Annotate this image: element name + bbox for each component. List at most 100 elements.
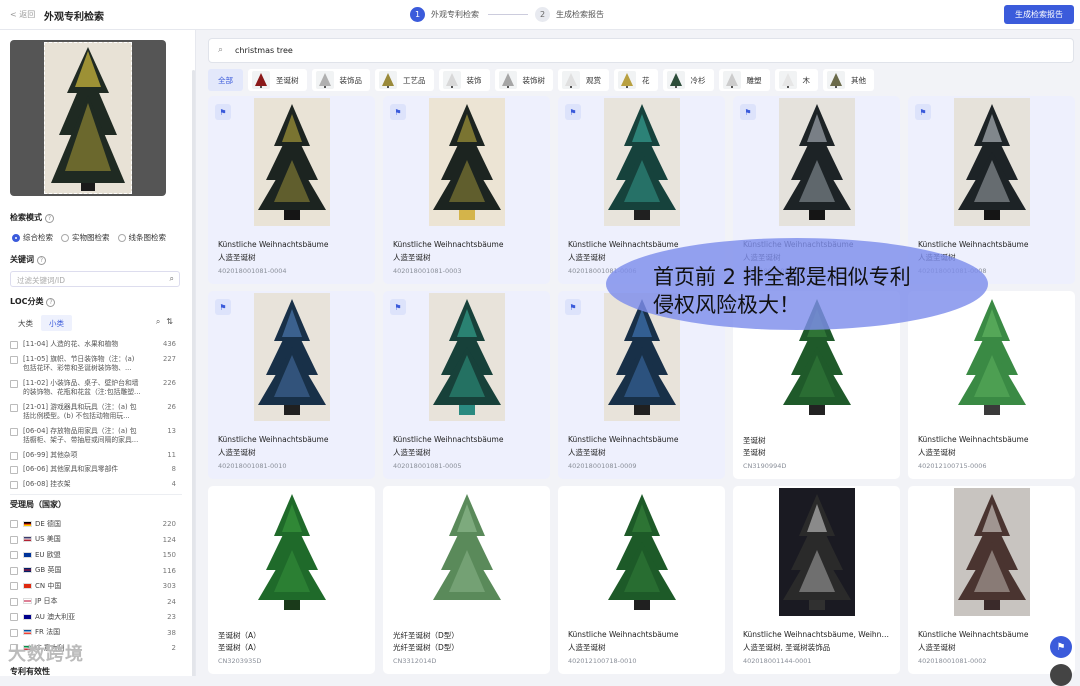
mode-photo[interactable]: 实物图检索 [61,232,110,243]
feedback-button[interactable]: ⚑ [1050,636,1072,658]
result-image [779,488,855,616]
chip-9[interactable]: 雕塑 [718,69,770,91]
chip-8[interactable]: 冷杉 [662,69,714,91]
result-title: Künstliche Weihnachtsbäume [218,240,329,249]
result-card[interactable]: ⚑ Künstliche Weihnachtsbäume 人造圣诞树 40201800… [383,96,550,284]
loc-item[interactable]: [06-99] 其他杂项 11 [10,451,180,461]
result-card[interactable]: Künstliche Weihnachtsbäume 人造圣诞树 402012100… [908,291,1075,479]
chip-1[interactable]: 圣诞树 [248,69,307,91]
search-icon[interactable]: ⌕ [156,317,166,326]
chip-7[interactable]: 花 [614,69,658,91]
chip-10[interactable]: 木 [774,69,818,91]
flag-icon[interactable]: ⚑ [215,299,231,315]
result-image-area [383,486,550,616]
checkbox-icon[interactable] [10,520,18,529]
result-image [429,488,505,616]
chip-4[interactable]: 装饰 [438,69,490,91]
flag-icon[interactable]: ⚑ [390,104,406,120]
sidebar-scrollbar[interactable] [192,70,195,676]
result-card[interactable]: ⚑ Künstliche Weihnachtsbäume 人造圣诞树 40201800… [208,291,375,479]
checkbox-icon[interactable] [10,628,18,637]
generate-report-button[interactable]: 生成检索报告 [1004,5,1074,24]
search-input[interactable]: ⌕ christmas tree [208,38,1074,63]
mode-comprehensive[interactable]: 综合检索 [12,232,53,243]
loc-tools: ⌕⇅ [156,317,179,327]
keyword-filter-input[interactable]: 过滤关键词/ID ⌕ [10,271,180,287]
office-item[interactable]: GB 英国 116 [10,563,180,579]
office-item[interactable]: JP 日本 24 [10,594,180,610]
mode-line-drawing[interactable]: 线条图检索 [117,232,166,243]
loc-item[interactable]: [06-04] 存放物品用家具（注：(a) 包括橱柜、架子、带抽屉或间隔的家具.… [10,427,180,446]
chip-label: 冷杉 [690,75,706,85]
loc-item[interactable]: [21-01] 游戏器具和玩具（注：(a) 包括比例模型。(b) 不包括动物用玩… [10,403,180,422]
checkbox-icon[interactable] [10,551,18,560]
result-title: Künstliche Weihnachtsbäume [918,435,1029,444]
tab-major-class[interactable]: 大类 [10,315,41,331]
checkbox-icon[interactable] [10,341,18,349]
checkbox-icon[interactable] [10,355,18,364]
loc-item[interactable]: [06-08] 挂衣架 4 [10,480,180,490]
checkbox-icon[interactable] [10,480,18,489]
flag-icon[interactable]: ⚑ [915,104,931,120]
checkbox-icon[interactable] [10,613,18,622]
search-icon[interactable]: ⌕ [170,274,174,284]
loc-item[interactable]: [06-06] 其他家具和家具零部件 8 [10,465,180,475]
chip-2[interactable]: 装饰品 [311,69,370,91]
result-card[interactable]: 圣诞树（A） 圣诞树（A） CN3203935D [208,486,375,674]
checkbox-icon[interactable] [10,597,18,606]
chip-3[interactable]: 工艺品 [375,69,434,91]
step-2[interactable]: 2 生成检索报告 [535,7,604,22]
checkbox-icon[interactable] [10,379,18,388]
crop-box[interactable] [44,42,132,194]
checkbox-icon[interactable] [10,427,18,436]
flag-icon [23,536,32,543]
result-card[interactable]: Künstliche Weihnachtsbäume 人造圣诞树 402012100… [558,486,725,674]
help-icon[interactable]: ? [46,298,56,307]
sort-icon[interactable]: ⇅ [166,317,179,326]
loc-item[interactable]: [11-02] 小装饰品、桌子、壁炉台和墙的装饰物、花瓶和花盆（注:包括雕塑..… [10,379,180,398]
loc-item[interactable]: [11-04] 人造的花、水果和植物 436 [10,340,180,350]
flag-icon[interactable]: ⚑ [390,299,406,315]
office-item[interactable]: EU 欧盟 150 [10,547,180,563]
chip-11[interactable]: 其他 [823,69,874,91]
checkbox-icon[interactable] [10,566,18,575]
result-id: CN3312014D [393,657,437,665]
chip-label: 花 [642,75,650,85]
checkbox-icon[interactable] [10,535,18,544]
result-card[interactable]: ⚑ Künstliche Weihnachtsbäume 人造圣诞树 40201800… [383,291,550,479]
help-button[interactable] [1050,664,1072,686]
result-card[interactable]: 光纤圣诞树（D型） 光纤圣诞树（D型） CN3312014D [383,486,550,674]
result-card[interactable]: ⚑ Künstliche Weihnachtsbäume 人造圣诞树 40201800… [208,96,375,284]
flag-icon[interactable]: ⚑ [565,104,581,120]
office-item[interactable]: FR 法国 38 [10,625,180,641]
office-item[interactable]: DE 德国 220 [10,516,180,532]
tab-minor-class[interactable]: 小类 [41,315,72,331]
checkbox-icon[interactable] [10,403,18,412]
back-link[interactable]: < 返回 [10,9,35,20]
chip-5[interactable]: 装饰树 [494,69,553,91]
query-image[interactable] [10,40,166,196]
help-icon[interactable]: ? [37,256,46,265]
result-image [779,98,855,226]
step-1[interactable]: 1 外观专利检索 [410,7,479,22]
office-item[interactable]: AU 澳大利亚 23 [10,609,180,625]
checkbox-icon[interactable] [10,582,18,591]
chip-0[interactable]: 全部 [208,69,243,91]
result-card[interactable]: Künstliche Weihnachtsbäume, Weihnac... 人造… [733,486,900,674]
office-item[interactable]: US 美国 124 [10,532,180,548]
checkbox-icon[interactable] [10,451,18,460]
result-image-area: ⚑ [208,291,375,421]
flag-icon[interactable]: ⚑ [565,299,581,315]
result-sub: 人造圣诞树, 圣诞树装饰品 [743,643,831,652]
loc-item[interactable]: [11-05] 旗帜、节日装饰物（注：(a) 包括花环、彩带和圣诞树装饰物、..… [10,355,180,374]
result-image [429,293,505,421]
checkbox-icon[interactable] [10,466,18,474]
flag-icon[interactable]: ⚑ [740,104,756,120]
result-sub: 人造圣诞树 [918,448,956,457]
office-item[interactable]: CN 中国 303 [10,578,180,594]
result-title: Künstliche Weihnachtsbäume [393,435,504,444]
chip-6[interactable]: 观赏 [558,69,609,91]
help-icon[interactable]: ? [45,214,54,223]
flag-icon[interactable]: ⚑ [215,104,231,120]
chip-label: 其他 [851,75,866,85]
